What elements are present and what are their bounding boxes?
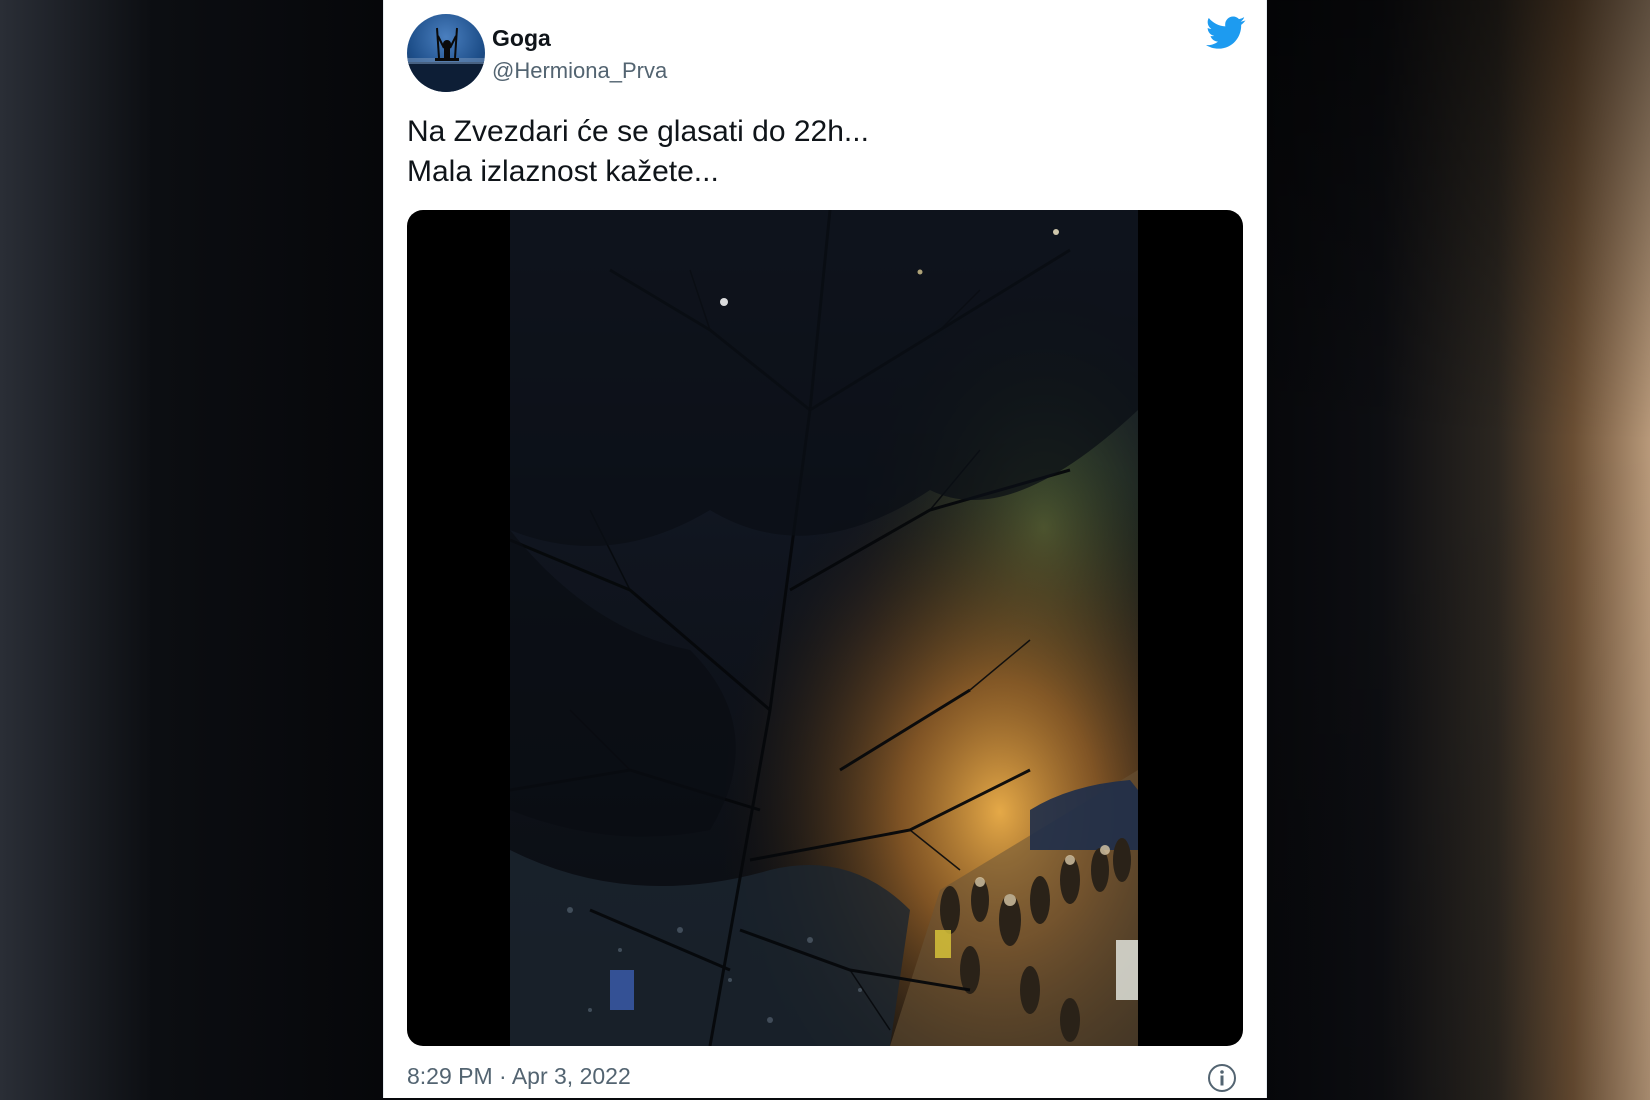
author-handle[interactable]: @Hermiona_Prva [492,58,667,84]
tweet-text-line: Na Zvezdari će se glasati do 22h... [407,115,869,148]
video-frame[interactable] [510,210,1138,1046]
avatar[interactable] [407,14,485,92]
tweet-timestamp[interactable]: 8:29 PM · Apr 3, 2022 [407,1063,631,1090]
info-icon[interactable] [1207,1063,1237,1093]
tweet-text-line: Mala izlaznost kažete... [407,155,719,188]
tweet-video[interactable] [407,210,1243,1046]
background-left [0,0,383,1100]
author-name[interactable]: Goga [492,25,551,52]
tweet-text: Na Zvezdari će se glasati do 22h... Mala… [407,112,1227,192]
tweet-card: Goga @Hermiona_Prva Na Zvezdari će se gl… [383,0,1267,1098]
twitter-bird-icon[interactable] [1206,16,1246,50]
background-right [1267,0,1650,1100]
